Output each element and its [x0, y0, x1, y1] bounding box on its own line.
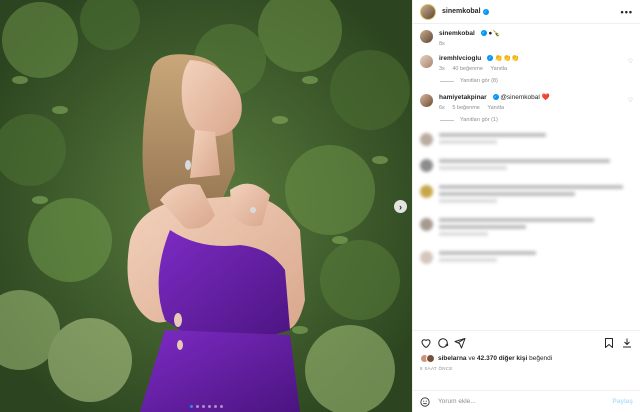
- reply-button[interactable]: Yanıtla: [490, 66, 507, 72]
- blurred-comment: [420, 251, 633, 265]
- caption-time: 8s: [439, 41, 445, 47]
- verified-icon: ✓: [480, 30, 487, 37]
- verified-icon: ✓: [492, 94, 499, 101]
- blurred-comment: [420, 185, 633, 206]
- carousel-dot: [208, 405, 211, 408]
- carousel-dot: [190, 405, 193, 408]
- blurred-comment: [420, 218, 633, 239]
- post-sidebar: sinemkobal ✓ ••• sinemkobal ✓ ●🍾 8s irem…: [412, 0, 640, 412]
- comment-input[interactable]: [438, 398, 613, 405]
- caption: sinemkobal ✓ ●🍾 8s: [420, 30, 633, 47]
- author-avatar[interactable]: [420, 3, 436, 20]
- emoji-icon[interactable]: [420, 396, 430, 407]
- verified-icon: ✓: [487, 55, 494, 62]
- commenter-avatar[interactable]: [420, 55, 433, 68]
- blurred-comment: [420, 159, 633, 173]
- post-time: 8 SAAT ÖNCE: [420, 366, 453, 371]
- comment-text: 👏👏👏: [494, 55, 520, 62]
- comment-likes[interactable]: 40 beğenme: [452, 66, 483, 72]
- comment-likes[interactable]: 5 beğenme: [452, 105, 480, 111]
- comment-username[interactable]: hamiyetakpinar: [439, 94, 487, 101]
- comment-text: @sinemkobal ❤️: [500, 94, 550, 101]
- heart-icon[interactable]: ♡: [628, 97, 633, 104]
- photo-illustration: [0, 0, 412, 412]
- post-actions: sibelarna ve 42.370 diğer kişi beğendi 8…: [413, 330, 640, 390]
- comment-icon[interactable]: [437, 337, 449, 349]
- heart-icon[interactable]: [420, 337, 432, 349]
- comment-time: 6s: [439, 105, 445, 111]
- view-replies-button[interactable]: Yanıtları gör (8): [440, 78, 633, 84]
- post-header: sinemkobal ✓ •••: [413, 0, 640, 24]
- author-avatar[interactable]: [420, 30, 433, 43]
- carousel-dot: [214, 405, 217, 408]
- liker-username[interactable]: sibelarna: [438, 355, 467, 362]
- reply-button[interactable]: Yanıtla: [487, 105, 504, 111]
- likes-suffix: beğendi: [529, 355, 553, 362]
- heart-icon[interactable]: ♡: [628, 58, 633, 65]
- caption-username[interactable]: sinemkobal: [439, 30, 475, 37]
- post-comment-button[interactable]: Paylaş: [612, 398, 633, 405]
- instagram-post: › sinemkobal ✓ ••• sinemkobal ✓ ●🍾 8s ir…: [0, 0, 640, 412]
- likes-count[interactable]: 42.370 diğer kişi: [477, 355, 527, 362]
- author-username[interactable]: sinemkobal: [442, 8, 481, 15]
- comments-list[interactable]: sinemkobal ✓ ●🍾 8s iremhlvcioglu ✓ 👏👏👏 3…: [413, 24, 640, 330]
- carousel-indicator: [190, 405, 223, 408]
- post-image[interactable]: ›: [0, 0, 412, 412]
- comment-item: iremhlvcioglu ✓ 👏👏👏 3s 40 beğenme Yanıtl…: [420, 55, 633, 72]
- liker-avatar: [426, 354, 435, 363]
- comment-username[interactable]: iremhlvcioglu: [439, 55, 481, 62]
- share-icon[interactable]: [454, 337, 466, 349]
- likes-summary[interactable]: sibelarna ve 42.370 diğer kişi beğendi: [420, 354, 633, 363]
- save-icon[interactable]: [603, 337, 615, 349]
- comment-item: hamiyetakpinar ✓ @sinemkobal ❤️ 6s 5 beğ…: [420, 94, 633, 111]
- caption-text: ●🍾: [488, 30, 501, 37]
- carousel-dot: [196, 405, 199, 408]
- likes-connector: ve: [468, 355, 476, 362]
- carousel-next-button[interactable]: ›: [394, 200, 407, 213]
- more-icon[interactable]: •••: [621, 7, 633, 17]
- comment-time: 3s: [439, 66, 445, 72]
- view-replies-button[interactable]: Yanıtları gör (1): [440, 117, 633, 123]
- comment-composer: Paylaş: [413, 390, 640, 412]
- carousel-dot: [202, 405, 205, 408]
- download-icon[interactable]: [621, 337, 633, 349]
- verified-icon: ✓: [482, 8, 489, 15]
- commenter-avatar[interactable]: [420, 94, 433, 107]
- carousel-dot: [220, 405, 223, 408]
- chevron-right-icon: ›: [399, 201, 402, 212]
- blurred-comment: [420, 133, 633, 147]
